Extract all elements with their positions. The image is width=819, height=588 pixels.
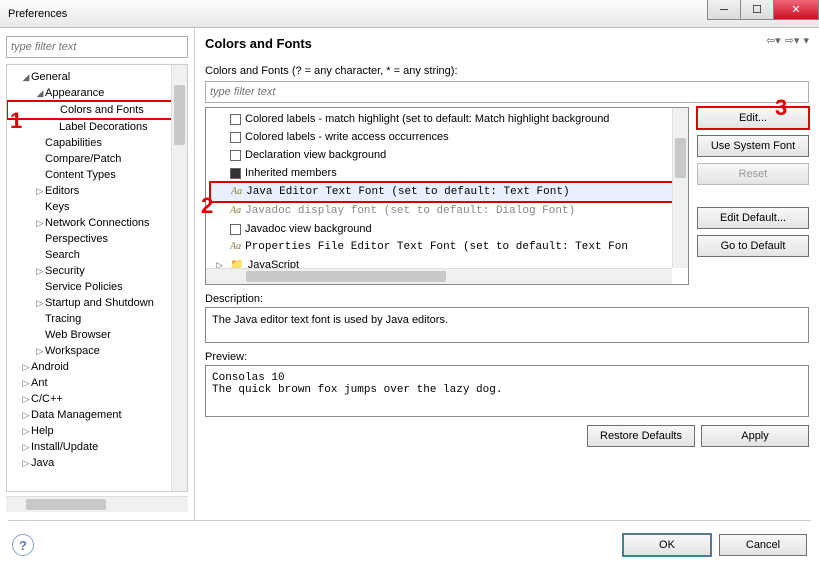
window-title: Preferences: [8, 8, 67, 20]
maximize-button[interactable]: ☐: [740, 0, 774, 20]
fonts-tree[interactable]: Colored labels - match highlight (set to…: [205, 107, 689, 285]
item-colored-highlight[interactable]: Colored labels - match highlight (set to…: [210, 110, 684, 128]
preview-label: Preview:: [205, 351, 809, 363]
preferences-tree[interactable]: ◢General ◢Appearance ▸Colors and Fonts ▸…: [7, 65, 187, 491]
tree-general[interactable]: ◢General: [7, 69, 187, 85]
tree-keys[interactable]: ▸Keys: [7, 199, 187, 215]
tree-android[interactable]: ▷Android: [7, 359, 187, 375]
filter-hint: Colors and Fonts (? = any character, * =…: [205, 65, 809, 77]
tree-appearance[interactable]: ◢Appearance: [7, 85, 187, 101]
cancel-button[interactable]: Cancel: [719, 534, 807, 556]
go-to-default-button[interactable]: Go to Default: [697, 235, 809, 257]
tree-workspace[interactable]: ▷Workspace: [7, 343, 187, 359]
ok-button[interactable]: OK: [623, 534, 711, 556]
nav-menu-icon[interactable]: ▾: [803, 34, 809, 47]
edit-button[interactable]: Edit...: [697, 107, 809, 129]
description-label: Description:: [205, 293, 809, 305]
preview-box: Consolas 10 The quick brown fox jumps ov…: [205, 365, 809, 417]
tree-java[interactable]: ▷Java: [7, 455, 187, 471]
help-icon[interactable]: ?: [12, 534, 34, 556]
tree-security[interactable]: ▷Security: [7, 263, 187, 279]
tree-install[interactable]: ▷Install/Update: [7, 439, 187, 455]
item-javadoc-display[interactable]: AaJavadoc display font (set to default: …: [210, 202, 684, 220]
restore-defaults-button[interactable]: Restore Defaults: [587, 425, 695, 447]
edit-default-button[interactable]: Edit Default...: [697, 207, 809, 229]
nav-toolbar: ⇦▾ ⇨▾ ▾: [766, 34, 809, 47]
use-system-font-button[interactable]: Use System Font: [697, 135, 809, 157]
close-button[interactable]: ✕: [773, 0, 819, 20]
tree-tracing[interactable]: ▸Tracing: [7, 311, 187, 327]
item-colored-write[interactable]: Colored labels - write access occurrence…: [210, 128, 684, 146]
nav-forward-icon[interactable]: ⇨▾: [785, 34, 800, 47]
item-decl-bg[interactable]: Declaration view background: [210, 146, 684, 164]
tree-startup[interactable]: ▷Startup and Shutdown: [7, 295, 187, 311]
title-bar: Preferences ─ ☐ ✕: [0, 0, 819, 28]
panel-filter-input[interactable]: [205, 81, 809, 103]
tree-help[interactable]: ▷Help: [7, 423, 187, 439]
minimize-button[interactable]: ─: [707, 0, 741, 20]
tree-service-policies[interactable]: ▸Service Policies: [7, 279, 187, 295]
description-box: The Java editor text font is used by Jav…: [205, 307, 809, 343]
nav-back-icon[interactable]: ⇦▾: [766, 34, 781, 47]
apply-button[interactable]: Apply: [701, 425, 809, 447]
tree-ant[interactable]: ▷Ant: [7, 375, 187, 391]
reset-button[interactable]: Reset: [697, 163, 809, 185]
fonts-horizontal-scrollbar[interactable]: [206, 268, 672, 284]
tree-data-mgmt[interactable]: ▷Data Management: [7, 407, 187, 423]
content-panel: ⇦▾ ⇨▾ ▾ Colors and Fonts Colors and Font…: [195, 28, 819, 520]
tree-network[interactable]: ▷Network Connections: [7, 215, 187, 231]
tree-web-browser[interactable]: ▸Web Browser: [7, 327, 187, 343]
sidebar: ◢General ◢Appearance ▸Colors and Fonts ▸…: [0, 28, 195, 520]
tree-editors[interactable]: ▷Editors: [7, 183, 187, 199]
fonts-vertical-scrollbar[interactable]: [672, 108, 688, 268]
panel-heading: Colors and Fonts: [205, 36, 809, 51]
tree-colors-fonts[interactable]: ▸Colors and Fonts: [7, 100, 187, 120]
item-javadoc-bg[interactable]: Javadoc view background: [210, 220, 684, 238]
tree-compare-patch[interactable]: ▸Compare/Patch: [7, 151, 187, 167]
item-inherited[interactable]: Inherited members: [210, 164, 684, 182]
footer: ? OK Cancel: [0, 521, 819, 569]
sidebar-vertical-scrollbar[interactable]: [171, 65, 187, 491]
item-java-editor-font[interactable]: AaJava Editor Text Font (set to default:…: [209, 181, 685, 203]
tree-label-decorations[interactable]: ▸Label Decorations: [7, 119, 187, 135]
sidebar-filter-input[interactable]: [6, 36, 188, 58]
tree-content-types[interactable]: ▸Content Types: [7, 167, 187, 183]
sidebar-horizontal-scrollbar[interactable]: [6, 496, 188, 512]
item-properties-font[interactable]: AaProperties File Editor Text Font (set …: [210, 238, 684, 256]
tree-search[interactable]: ▸Search: [7, 247, 187, 263]
tree-capabilities[interactable]: ▸Capabilities: [7, 135, 187, 151]
tree-ccpp[interactable]: ▷C/C++: [7, 391, 187, 407]
tree-perspectives[interactable]: ▸Perspectives: [7, 231, 187, 247]
